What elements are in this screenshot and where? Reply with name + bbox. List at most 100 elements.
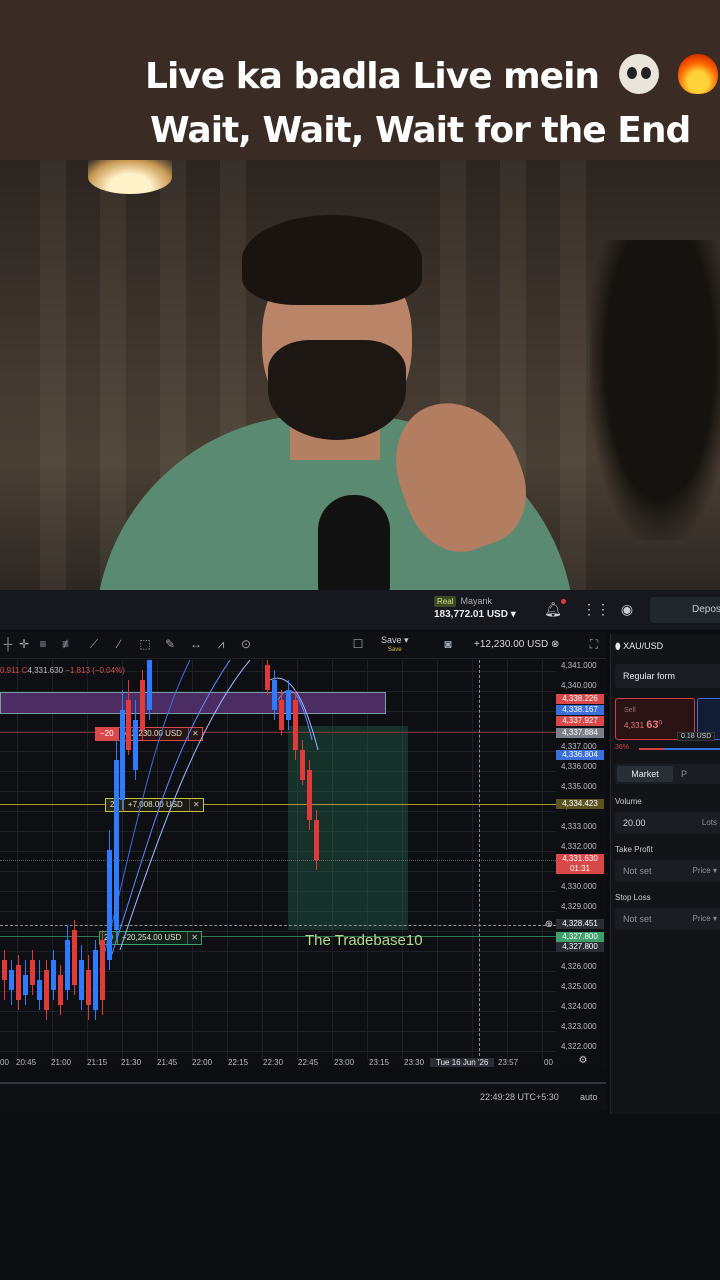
stop-loss-mode: Price ▾ [692, 914, 717, 923]
crosshair-icon[interactable]: ┼ [0, 636, 16, 652]
background-plant [590, 240, 720, 540]
time-tick-label: 23:00 [334, 1058, 355, 1067]
price-badge: 4,338.226 [556, 694, 604, 704]
tab-pending[interactable]: P [681, 766, 687, 782]
tab-market[interactable]: Market [617, 766, 673, 782]
user-profile-icon[interactable]: ◉ [618, 600, 636, 618]
chart-toolbar: ┼ ✛ ≡ ≢ ⟋ ∕ ⬚ ✎ ↔ ⩘ ⊙ ☐ Save ▾ Save ◙ +1… [0, 632, 606, 659]
candle-body [107, 850, 112, 960]
stop-loss-input[interactable]: Not set Price ▾ [615, 908, 720, 930]
fullscreen-icon[interactable]: ⛶ [586, 636, 602, 652]
time-settings-icon[interactable]: ⚙ [574, 1054, 592, 1068]
measure-icon[interactable]: ↔ [188, 636, 204, 652]
sell-sentiment-percent: 36% [615, 744, 630, 751]
price-tick-label: 4,332.000 [561, 842, 597, 851]
candle-body [307, 770, 312, 820]
fire-emoji-icon [678, 54, 719, 94]
pen-tool-icon[interactable]: ✎ [162, 636, 178, 652]
candle-body [300, 750, 305, 780]
camera-icon[interactable]: ◙ [440, 636, 456, 652]
time-tick-label: 00 [0, 1058, 9, 1067]
price-tick-label: 4,341.000 [561, 661, 597, 670]
candle-body [120, 710, 125, 800]
caption-line-1-text: Live ka badla Live mein [145, 56, 600, 97]
price-badge: 4,336.804 [556, 750, 604, 760]
auto-scale-toggle[interactable]: auto [580, 1092, 598, 1102]
price-badge: 4,338.167 [556, 705, 604, 715]
candle-body [79, 960, 84, 1000]
apps-grid-icon[interactable]: ⋮⋮ [582, 600, 610, 618]
magnet-icon[interactable]: ⊙ [238, 636, 254, 652]
candle-body [58, 975, 63, 1005]
time-tick-label: 23:57 [498, 1058, 519, 1067]
chart-clock: 22:49:28 UTC+5:30 [480, 1092, 559, 1102]
price-tick-label: 4,329.000 [561, 902, 597, 911]
symbol-name[interactable]: ⬮ XAU/USD [615, 641, 663, 652]
order-panel: ⬮ XAU/USD Regular form Sell 4,331 630 0.… [610, 634, 720, 1114]
candle-body [72, 930, 77, 985]
skull-emoji-icon [618, 54, 659, 94]
candle-body [16, 965, 21, 1000]
account-selector[interactable]: Real Mayank 183,772.01 USD ▾ [434, 596, 516, 620]
price-badge: 4,327.800 [556, 932, 604, 942]
deposit-button[interactable]: Depos [650, 597, 720, 623]
candle-body [314, 820, 319, 860]
time-tick-label: 21:45 [157, 1058, 178, 1067]
open-pnl: +12,230.00 USD ⊗ [474, 639, 560, 650]
bell-icon[interactable]: 🔔︎ [544, 600, 562, 618]
candle-body [279, 700, 284, 730]
time-tick-label: 22:00 [192, 1058, 213, 1067]
candle-body [65, 940, 70, 990]
candle-body [126, 700, 131, 750]
price-tick-label: 4,330.000 [561, 882, 597, 891]
microphone [318, 495, 390, 590]
candle-body [86, 970, 91, 1005]
take-profit-input[interactable]: Not set Price ▾ [615, 860, 720, 882]
take-profit-label: Take Profit [615, 845, 653, 854]
watermark-text: The Tradebase10 [305, 932, 423, 949]
time-tick-label: 21:00 [51, 1058, 72, 1067]
caption-line-2: Wait, Wait, Wait for the End [150, 110, 691, 151]
save-button[interactable]: Save ▾ Save [381, 635, 409, 655]
volume-label: Volume [615, 797, 642, 806]
candle-body [93, 950, 98, 1010]
video-caption: Live ka badla Live mein Wait, Wait, Wait… [0, 0, 720, 160]
order-type-tabs: Market P [615, 764, 720, 784]
volume-input[interactable]: 20.00 Lots [615, 812, 720, 834]
rectangle-tool-icon[interactable]: ⬚ [137, 636, 153, 652]
time-tick-label: 21:30 [121, 1058, 142, 1067]
price-badge: 4,327.800 [556, 942, 604, 952]
channel-tool-icon[interactable]: ≢ [60, 636, 76, 652]
candle-body [23, 975, 28, 995]
trendline-icon[interactable]: ⟋ [86, 636, 102, 652]
price-tick-label: 4,335.000 [561, 782, 597, 791]
candle-body [272, 680, 277, 710]
stop-loss-label: Stop Loss [615, 893, 651, 902]
candle-body [44, 970, 49, 1010]
time-axis[interactable]: 00 20:45 21:00 21:15 21:30 21:45 22:00 22:15 22:… [0, 1056, 606, 1070]
price-badge: 4,331.630 [556, 854, 604, 864]
time-tick-label: 00 [544, 1058, 553, 1067]
brush-icon[interactable]: ∕ [111, 636, 127, 652]
price-tick-label: 4,325.000 [561, 982, 597, 991]
order-form-select[interactable]: Regular form [615, 664, 720, 688]
pattern-icon[interactable]: ⩘ [213, 636, 229, 652]
candle-body [293, 700, 298, 750]
lines-tool-icon[interactable]: ≡ [35, 636, 51, 652]
notification-dot [561, 599, 566, 604]
price-chart[interactable]: 0.911 C4,331.630 −1.813 (−0.04%) −20 +12,… [0, 660, 606, 1070]
caption-line-1: Live ka badla Live mein [145, 54, 720, 98]
candle-body [51, 960, 56, 990]
price-tick-label: 4,326.000 [561, 962, 597, 971]
account-name: Mayank [460, 596, 492, 606]
price-tick-label: 4,324.000 [561, 1002, 597, 1011]
cursor-icon[interactable]: ✛ [16, 636, 32, 652]
layout-icon[interactable]: ☐ [350, 636, 366, 652]
candle-body [2, 960, 7, 980]
app-topbar: Real Mayank 183,772.01 USD ▾ 🔔︎ ⋮⋮ ◉ Depo… [0, 590, 720, 630]
time-tick-label: 22:30 [263, 1058, 284, 1067]
time-tick-label: 23:15 [369, 1058, 390, 1067]
price-tick-label: 4,336.000 [561, 762, 597, 771]
add-alert-icon[interactable]: ⊕ [540, 918, 558, 932]
spread-badge: 0.18 USD [677, 732, 716, 741]
